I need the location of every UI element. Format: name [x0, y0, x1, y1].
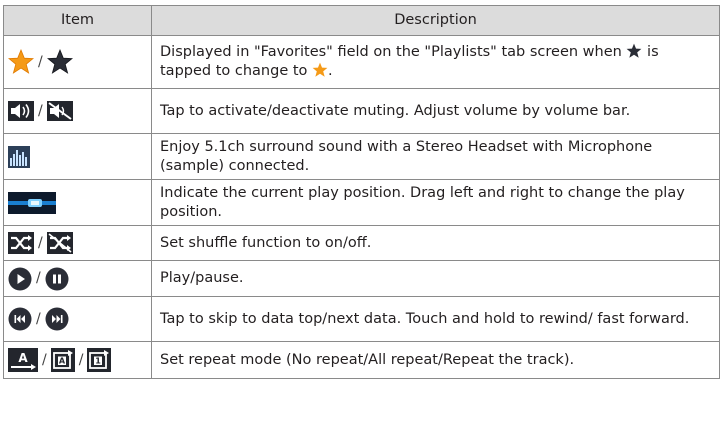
separator: / — [38, 102, 43, 119]
header-description: Description — [151, 5, 720, 36]
item-cell: / — [3, 260, 152, 297]
next-icon — [45, 307, 69, 331]
play-position-bar-icon — [8, 191, 56, 214]
play-icon — [8, 267, 32, 291]
separator: / — [38, 234, 43, 251]
svg-text:A: A — [18, 351, 28, 365]
mute-icon — [46, 101, 73, 121]
function-table: Item Description / Displayed in "Favorit… — [3, 5, 720, 379]
repeat-all-icon: A — [50, 348, 75, 372]
table-row: / Tap to activate/deactivate muting. Adj… — [3, 88, 720, 134]
description-cell: Indicate the current play position. Drag… — [151, 179, 720, 226]
table-row: Enjoy 5.1ch surround sound with a Stereo… — [3, 133, 720, 180]
item-cell — [3, 179, 152, 226]
item-cell: / — [3, 35, 152, 89]
table-row: / Play/pause. — [3, 260, 720, 297]
speaker-icon — [8, 101, 34, 121]
item-cell: / — [3, 296, 152, 342]
surround-icon — [8, 145, 30, 168]
repeat-one-icon: 1 — [87, 348, 112, 372]
table-row: / Set shuffle function to on/off. — [3, 225, 720, 261]
star-orange-inline-icon — [312, 62, 328, 78]
item-cell: / — [3, 225, 152, 261]
previous-icon — [8, 307, 32, 331]
svg-text:1: 1 — [96, 357, 102, 366]
description-cell: Set repeat mode (No repeat/All repeat/Re… — [151, 341, 720, 379]
item-cell — [3, 133, 152, 180]
table-header-row: Item Description — [3, 5, 720, 36]
shuffle-off-icon — [46, 232, 73, 254]
star-dark-inline-icon — [626, 43, 642, 59]
separator: / — [36, 270, 41, 286]
description-cell: Enjoy 5.1ch surround sound with a Stereo… — [151, 133, 720, 180]
pause-icon — [45, 267, 69, 291]
table-row: Indicate the current play position. Drag… — [3, 179, 720, 226]
table-row: A / A / 1 Set repeat mode (No repeat/All… — [3, 341, 720, 379]
shuffle-on-icon — [8, 232, 34, 254]
header-item: Item — [3, 5, 152, 36]
table-row: / Tap to skip to data top/next data. Tou… — [3, 296, 720, 342]
separator: / — [78, 351, 84, 368]
repeat-off-icon: A — [8, 348, 38, 372]
description-cell: Displayed in "Favorites" field on the "P… — [151, 35, 720, 89]
svg-text:A: A — [59, 357, 66, 366]
separator: / — [36, 310, 41, 327]
table-row: / Displayed in "Favorites" field on the … — [3, 35, 720, 89]
description-cell: Set shuffle function to on/off. — [151, 225, 720, 261]
separator: / — [42, 351, 47, 368]
item-cell: / — [3, 88, 152, 134]
star-orange-icon — [8, 49, 34, 75]
description-cell: Tap to skip to data top/next data. Touch… — [151, 296, 720, 342]
description-cell: Tap to activate/deactivate muting. Adjus… — [151, 88, 720, 134]
star-dark-icon — [46, 49, 73, 75]
item-cell: A / A / 1 — [3, 341, 152, 379]
description-cell: Play/pause. — [151, 260, 720, 297]
separator: / — [38, 53, 43, 70]
